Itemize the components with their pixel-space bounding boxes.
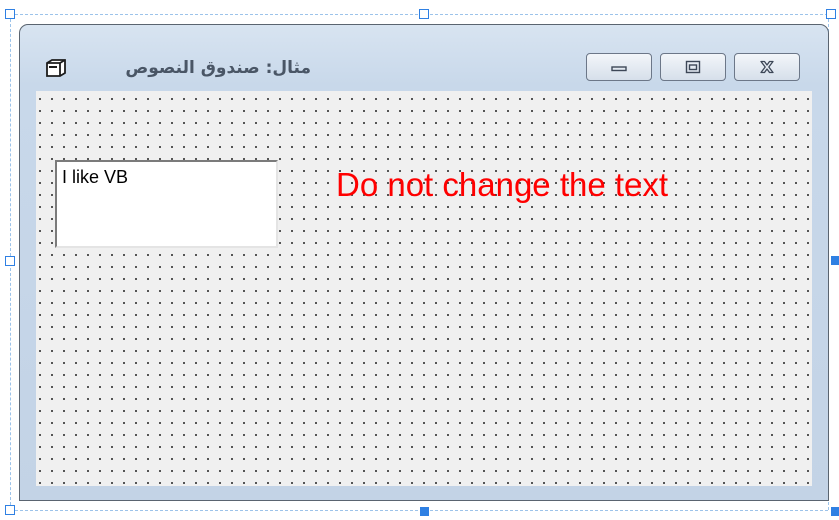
close-icon bbox=[760, 60, 774, 74]
text-box-value: I like VB bbox=[62, 167, 129, 187]
close-button[interactable] bbox=[734, 53, 800, 81]
maximize-icon bbox=[685, 60, 701, 74]
form-icon bbox=[46, 59, 66, 77]
form-window[interactable]: مثال: صندوق النصوص I like VB Do not chan… bbox=[19, 24, 829, 501]
label-control: Do not change the text bbox=[336, 166, 669, 203]
resize-handle-top-right[interactable] bbox=[826, 9, 836, 19]
resize-handle-right[interactable] bbox=[831, 256, 839, 265]
resize-handle-bottom-left[interactable] bbox=[5, 505, 15, 515]
minimize-button[interactable] bbox=[586, 53, 652, 81]
title-bar[interactable]: مثال: صندوق النصوص bbox=[20, 25, 828, 91]
resize-handle-bottom-right[interactable] bbox=[831, 507, 839, 516]
resize-handle-top[interactable] bbox=[419, 9, 429, 19]
form-client-area[interactable]: I like VB Do not change the text bbox=[36, 91, 812, 486]
text-box[interactable]: I like VB bbox=[55, 160, 278, 248]
window-title: مثال: صندوق النصوص bbox=[125, 58, 311, 78]
selection-border-bottom bbox=[10, 510, 828, 511]
resize-handle-top-left[interactable] bbox=[5, 9, 15, 19]
resize-handle-bottom[interactable] bbox=[420, 507, 429, 516]
minimize-icon bbox=[611, 66, 627, 72]
maximize-button[interactable] bbox=[660, 53, 726, 81]
resize-handle-left[interactable] bbox=[5, 256, 15, 266]
